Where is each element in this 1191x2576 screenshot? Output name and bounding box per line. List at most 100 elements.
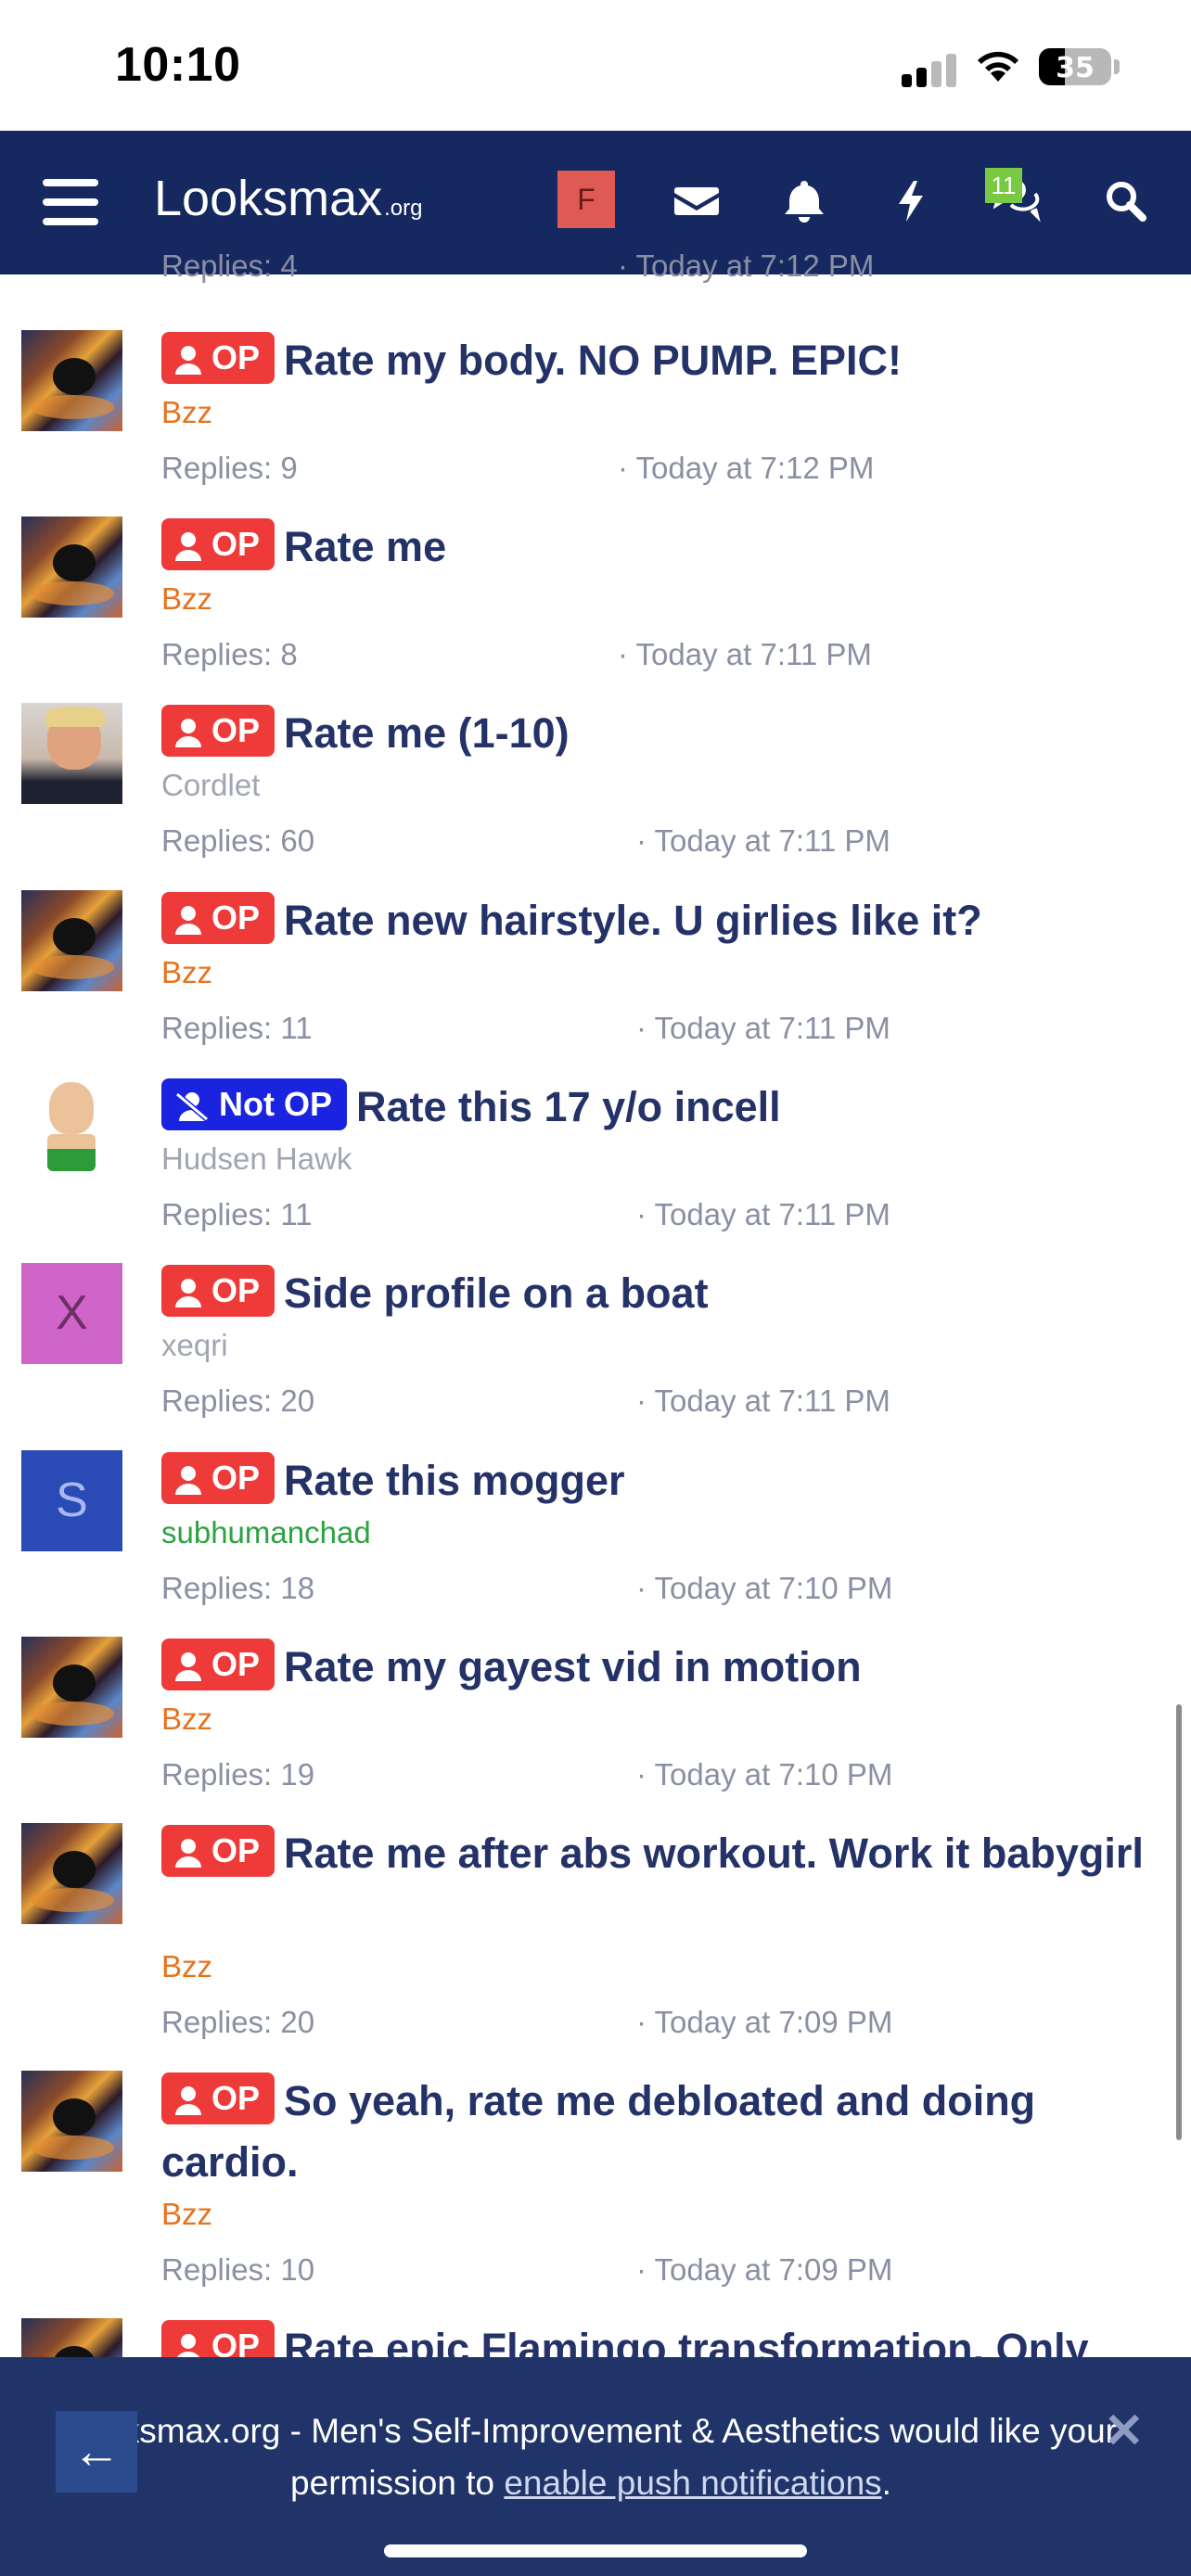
avatar[interactable]: S	[21, 1450, 122, 1551]
thread-date[interactable]: · Today at 7:10 PM	[636, 1757, 892, 1792]
menu-icon[interactable]	[43, 179, 98, 225]
op-prefix-badge: OP	[161, 332, 275, 384]
thread-date[interactable]: · Today at 7:12 PM	[618, 249, 874, 284]
thread-title-text: Rate this mogger	[284, 1457, 625, 1504]
home-indicator[interactable]	[384, 2544, 807, 2557]
conversations-badge: 11	[985, 168, 1022, 203]
not-op-prefix-badge: Not OP	[161, 1078, 347, 1130]
thread-author[interactable]: Bzz	[161, 395, 212, 430]
enable-push-link[interactable]: enable push notifications	[504, 2464, 881, 2502]
partial-thread-row[interactable]: Replies: 4 · Today at 7:12 PM	[0, 249, 1191, 297]
thread-title-text: Rate new hairstyle. U girlies like it?	[284, 897, 982, 944]
thread-title-text: Rate this 17 y/o incell	[356, 1083, 781, 1130]
op-prefix-badge: OP	[161, 1452, 275, 1504]
user-icon	[175, 1279, 201, 1307]
thread-date[interactable]: · Today at 7:11 PM	[618, 637, 872, 672]
replies-count: Replies: 9	[161, 451, 298, 485]
user-icon	[175, 1839, 201, 1868]
avatar[interactable]	[21, 330, 122, 431]
site-logo[interactable]: Looksmax.org	[154, 170, 422, 227]
push-notification-text: Looksmax.org - Men's Self-Improvement & …	[56, 2405, 1126, 2509]
thread-author[interactable]: subhumanchad	[161, 1515, 371, 1550]
thread-date[interactable]: · Today at 7:09 PM	[636, 2005, 892, 2040]
push-notification-banner: Looksmax.org - Men's Self-Improvement & …	[0, 2357, 1191, 2576]
cellular-signal-icon	[902, 54, 957, 87]
avatar[interactable]	[21, 1823, 122, 1924]
replies-count: Replies: 10	[161, 2252, 315, 2287]
avatar[interactable]	[21, 703, 122, 804]
user-icon	[175, 719, 201, 747]
thread-date[interactable]: · Today at 7:11 PM	[636, 823, 890, 859]
close-icon[interactable]: ✕	[1104, 2404, 1145, 2459]
user-avatar-button[interactable]: F	[557, 171, 615, 228]
thread-date[interactable]: · Today at 7:09 PM	[636, 2252, 892, 2288]
thread-author[interactable]: Bzz	[161, 2197, 212, 2232]
thread-author[interactable]: Hudsen Hawk	[161, 1141, 352, 1177]
thread-author[interactable]: Bzz	[161, 955, 212, 990]
thread-title-text: Side profile on a boat	[284, 1269, 709, 1317]
thread-author[interactable]: xeqri	[161, 1328, 228, 1363]
replies-count: Replies: 20	[161, 1384, 315, 1418]
avatar[interactable]: X	[21, 1263, 122, 1364]
thread-date[interactable]: · Today at 7:10 PM	[636, 1571, 892, 1606]
thread-author[interactable]: Bzz	[161, 581, 212, 617]
status-bar: 10:10 35	[0, 0, 1191, 131]
thread-date[interactable]: · Today at 7:12 PM	[618, 451, 874, 486]
replies-count: Replies: 4	[161, 249, 298, 283]
user-icon	[175, 906, 201, 935]
replies-count: Replies: 19	[161, 1757, 315, 1792]
op-prefix-badge: OP	[161, 705, 275, 757]
logo-suffix: .org	[384, 196, 423, 221]
thread-title[interactable]: OP So yeah, rate me debloated and doing c…	[161, 2071, 1163, 2193]
op-prefix-badge: OP	[161, 892, 275, 944]
scrollbar[interactable]	[1176, 1704, 1182, 2140]
thread-date[interactable]: · Today at 7:11 PM	[636, 1011, 890, 1046]
user-icon	[175, 1652, 201, 1681]
avatar[interactable]	[21, 2071, 122, 2172]
push-message-end: .	[881, 2464, 891, 2502]
thread-title[interactable]: OP Rate my body. NO PUMP. EPIC!	[161, 330, 1163, 391]
thread-title[interactable]: OP Rate new hairstyle. U girlies like it?	[161, 890, 1163, 951]
avatar[interactable]	[21, 1637, 122, 1738]
thread-title-text: Rate me after abs workout. Work it babyg…	[284, 1830, 1144, 1877]
thread-title-text: Rate my body. NO PUMP. EPIC!	[284, 337, 902, 384]
lightning-icon[interactable]	[878, 168, 943, 233]
battery-icon: 35	[1039, 48, 1111, 85]
thread-author[interactable]: Bzz	[161, 1702, 212, 1737]
user-icon	[175, 346, 201, 375]
user-slash-icon	[175, 1091, 209, 1122]
op-prefix-badge: OP	[161, 2072, 275, 2124]
thread-title[interactable]: OP Side profile on a boat	[161, 1263, 1163, 1324]
bell-icon[interactable]	[772, 168, 837, 233]
avatar[interactable]	[21, 516, 122, 618]
replies-count: Replies: 18	[161, 1571, 315, 1605]
avatar[interactable]	[21, 1077, 122, 1178]
thread-title[interactable]: Not OP Rate this 17 y/o incell	[161, 1077, 1163, 1138]
replies-count: Replies: 60	[161, 823, 315, 858]
logo-text: Looksmax	[154, 171, 383, 226]
thread-title[interactable]: OP Rate me (1-10)	[161, 703, 1163, 764]
thread-title[interactable]: OP Rate my gayest vid in motion	[161, 1637, 1163, 1698]
op-prefix-badge: OP	[161, 1825, 275, 1877]
status-time: 10:10	[115, 38, 241, 92]
replies-count: Replies: 11	[161, 1197, 313, 1231]
thread-title[interactable]: OP Rate this mogger	[161, 1450, 1163, 1511]
battery-tip	[1114, 59, 1120, 74]
envelope-icon[interactable]	[664, 168, 729, 233]
back-button[interactable]: ←	[56, 2411, 137, 2493]
thread-author[interactable]: Bzz	[161, 1949, 212, 1984]
wifi-icon	[978, 51, 1018, 82]
thread-author[interactable]: Cordlet	[161, 768, 260, 803]
thread-date[interactable]: · Today at 7:11 PM	[636, 1197, 890, 1232]
op-prefix-badge: OP	[161, 1639, 275, 1690]
thread-title[interactable]: OP Rate me	[161, 516, 1163, 578]
user-icon	[175, 532, 201, 561]
thread-title-text: So yeah, rate me debloated and doing car…	[161, 2077, 1036, 2186]
op-prefix-badge: OP	[161, 1265, 275, 1317]
thread-title-text: Rate me	[284, 523, 447, 570]
thread-title[interactable]: OP Rate me after abs workout. Work it bab…	[161, 1823, 1163, 1884]
avatar[interactable]	[21, 890, 122, 991]
search-icon[interactable]	[1093, 168, 1158, 233]
thread-date[interactable]: · Today at 7:11 PM	[636, 1384, 890, 1419]
user-icon	[175, 2086, 201, 2115]
